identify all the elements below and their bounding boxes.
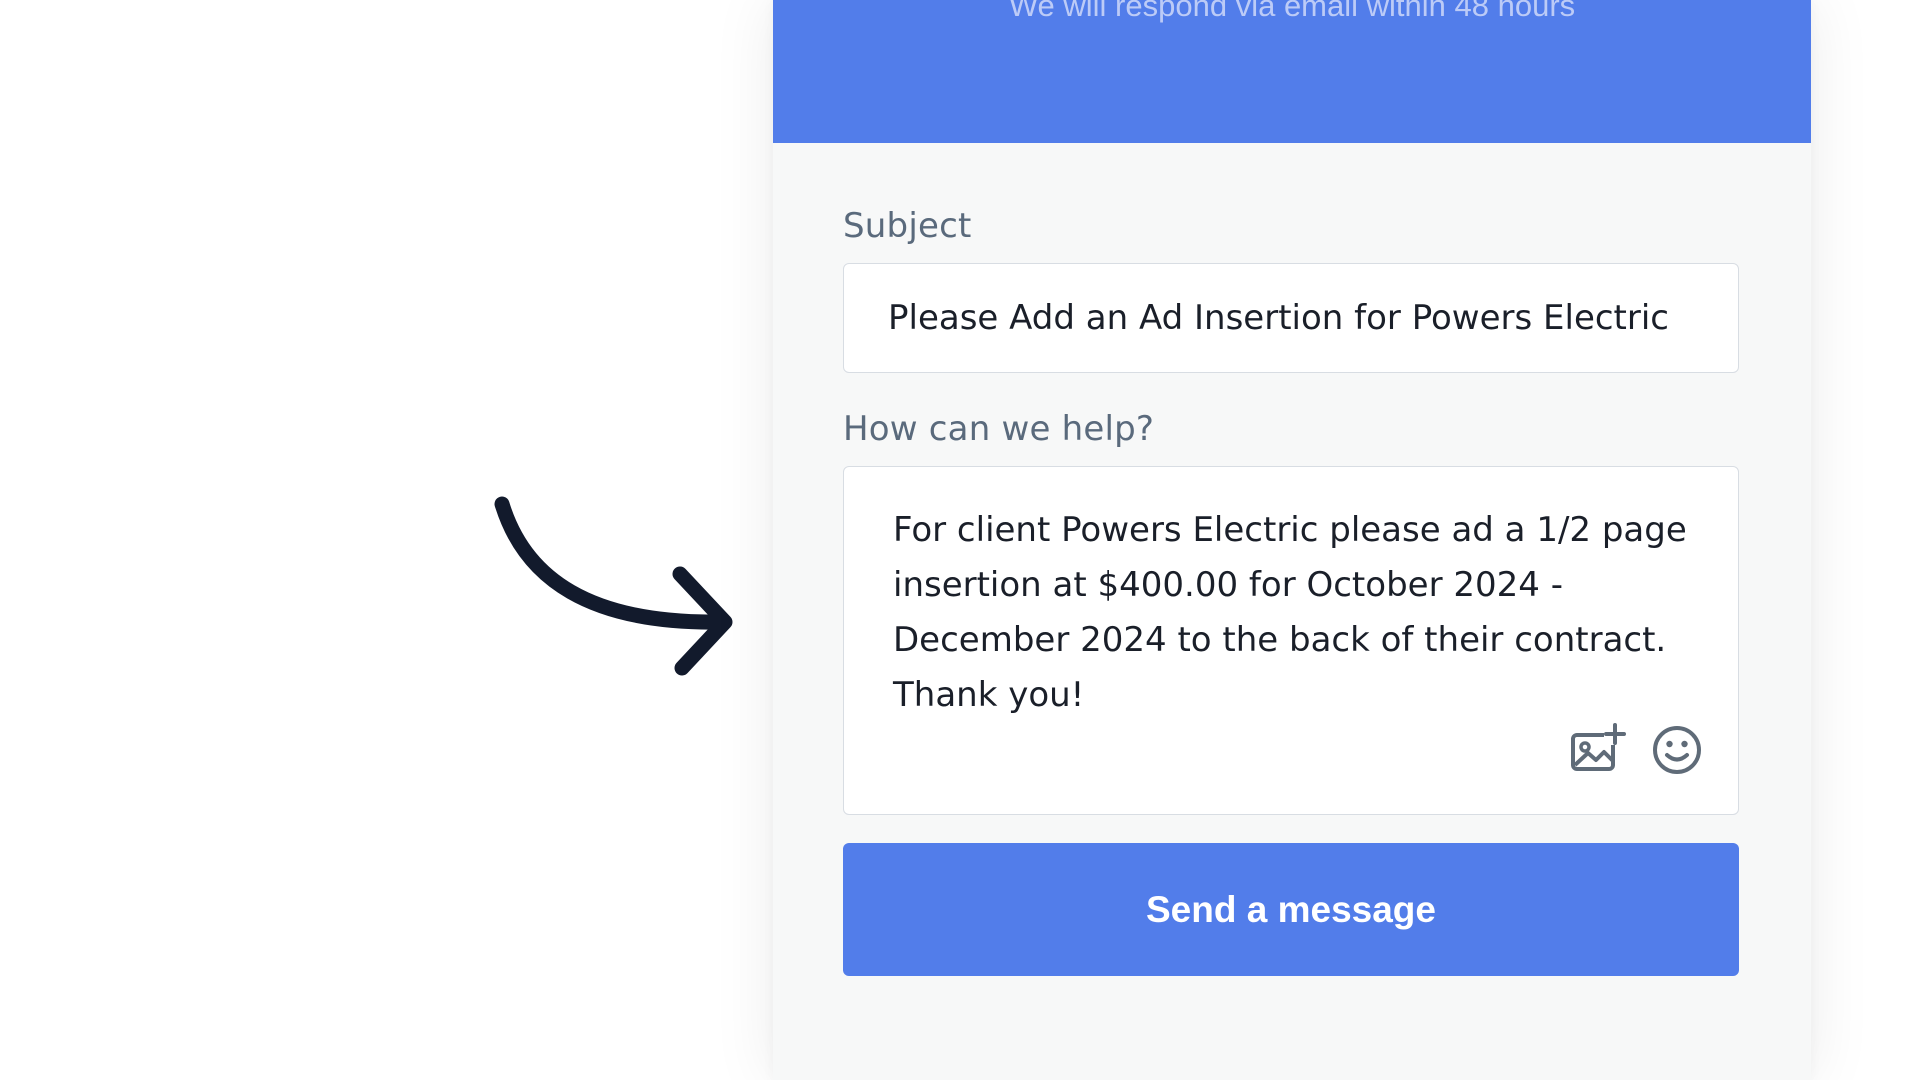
message-value: For client Powers Electric please ad a 1… bbox=[893, 510, 1687, 715]
panel-header: We will respond via email within 48 hour… bbox=[773, 0, 1811, 143]
subject-value: Please Add an Ad Insertion for Powers El… bbox=[888, 298, 1670, 338]
emoji-icon[interactable] bbox=[1647, 719, 1707, 779]
message-label: How can we help? bbox=[843, 409, 1155, 449]
screen: We will respond via email within 48 hour… bbox=[0, 0, 1920, 1080]
curved-arrow-icon bbox=[494, 496, 733, 676]
subject-input[interactable]: Please Add an Ad Insertion for Powers El… bbox=[843, 263, 1739, 373]
message-textarea[interactable]: For client Powers Electric please ad a 1… bbox=[843, 466, 1739, 815]
send-message-button[interactable]: Send a message bbox=[843, 843, 1739, 976]
contact-panel: We will respond via email within 48 hour… bbox=[773, 0, 1811, 1080]
image-add-icon[interactable] bbox=[1568, 719, 1628, 779]
header-subtitle: We will respond via email within 48 hour… bbox=[1008, 0, 1576, 23]
subject-label: Subject bbox=[843, 206, 972, 246]
